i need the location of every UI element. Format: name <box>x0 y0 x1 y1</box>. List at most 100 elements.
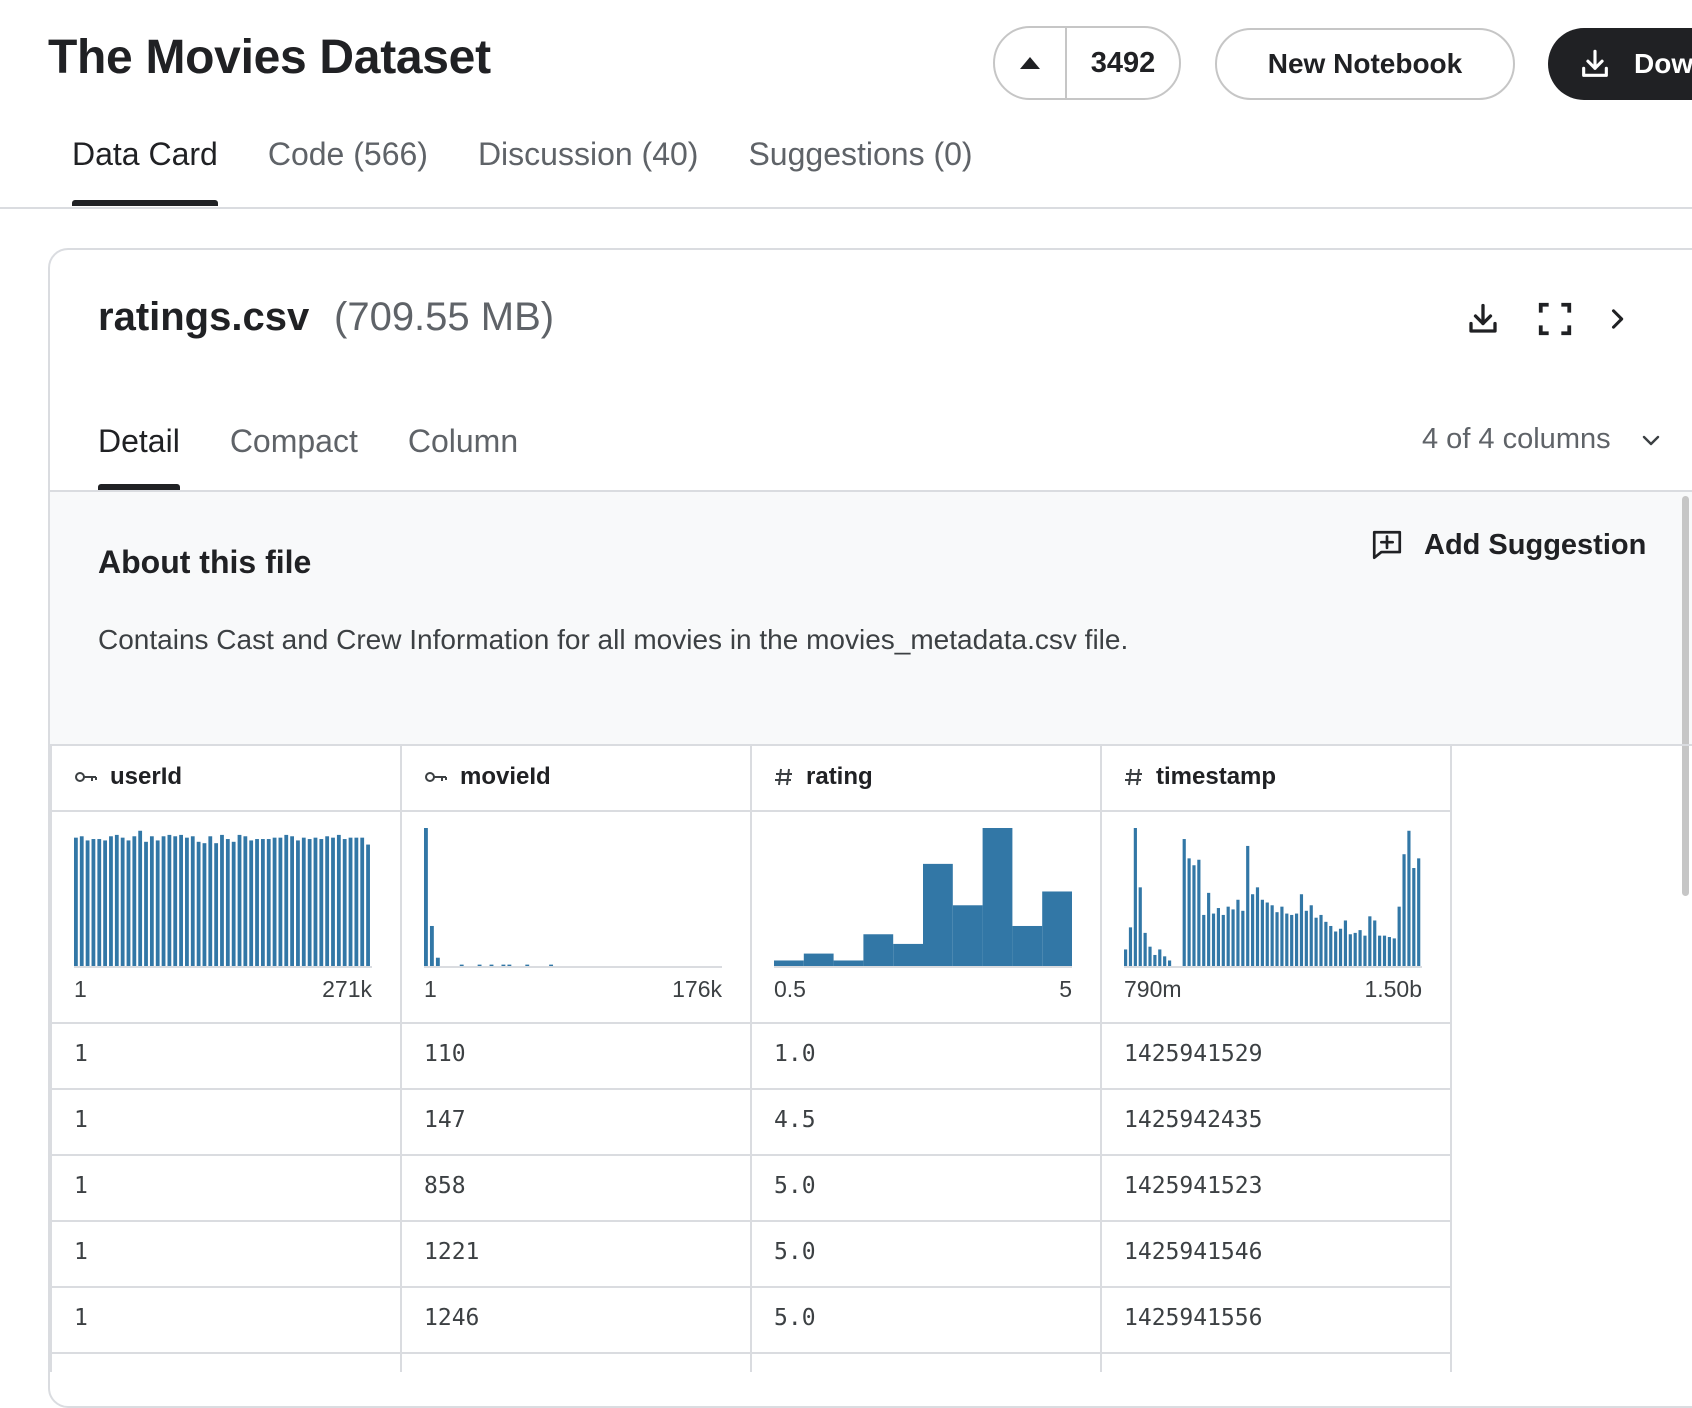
histogram-bar <box>278 837 283 966</box>
histogram-bar <box>1382 935 1387 966</box>
table-cell-rating: 5.0 <box>774 1173 816 1199</box>
column-header-rating[interactable]: rating <box>750 744 1100 810</box>
histogram-bar <box>109 836 113 966</box>
histogram-bar <box>284 834 289 966</box>
histogram-bar <box>1163 956 1167 966</box>
tab-code[interactable]: Code (566) <box>268 136 428 173</box>
histogram-bar <box>1260 899 1264 966</box>
add-suggestion-button[interactable]: Add Suggestion <box>1370 528 1646 562</box>
tab-data-card[interactable]: Data Card <box>72 136 218 206</box>
tab-column[interactable]: Column <box>408 423 518 460</box>
histogram-bar <box>1343 920 1348 966</box>
histogram-bar <box>952 905 983 966</box>
range-max: 176k <box>672 976 722 1002</box>
column-header-movieid[interactable]: movieId <box>400 744 750 810</box>
histogram-bar <box>1329 925 1333 966</box>
histogram-bar <box>1133 828 1137 966</box>
histogram-bar <box>1304 910 1308 966</box>
download-label: Dow <box>1634 48 1692 79</box>
column-selector-label: 4 of 4 columns <box>1422 423 1611 455</box>
dataset-tabs: Data Card Code (566) Discussion (40) Sug… <box>72 136 973 206</box>
histogram-bar <box>1368 916 1372 966</box>
file-name: ratings.csv <box>98 295 310 339</box>
table-column-border <box>400 744 402 1372</box>
histogram-rating <box>774 828 1072 968</box>
histogram-bar <box>893 943 923 966</box>
histogram-bar <box>79 836 84 966</box>
download-icon <box>1469 303 1497 333</box>
histogram-bar <box>103 840 108 966</box>
histogram-bar <box>360 837 365 966</box>
histogram-bar <box>173 836 178 966</box>
new-notebook-button[interactable]: New Notebook <box>1215 28 1515 100</box>
histogram-bar <box>1192 865 1196 966</box>
histogram-bar <box>1402 854 1406 966</box>
histogram-bar <box>1241 910 1245 966</box>
column-header-label: rating <box>806 763 873 790</box>
histogram-bar <box>190 836 195 966</box>
histogram-bar <box>1353 932 1357 966</box>
table-cell-movieid: 110 <box>424 1041 466 1067</box>
histogram-bar <box>144 841 148 966</box>
histogram-bar <box>296 840 300 966</box>
column-selector[interactable]: 4 of 4 columns <box>1422 423 1663 456</box>
histogram-bar <box>249 840 254 966</box>
page-title: The Movies Dataset <box>48 31 491 84</box>
histogram-bar <box>459 964 464 966</box>
fullscreen-button[interactable] <box>1534 298 1576 340</box>
histogram-bar <box>424 828 428 966</box>
histogram-bar <box>1216 908 1220 966</box>
key-icon <box>74 770 98 784</box>
histogram-bar <box>1202 914 1206 966</box>
tabs-divider <box>0 207 1692 209</box>
file-size: (709.55 MB) <box>334 295 555 339</box>
histogram-bar <box>366 844 370 966</box>
histogram-bar <box>167 834 172 966</box>
histogram-bar <box>1012 925 1043 966</box>
histogram-bar <box>1407 830 1411 966</box>
table-cell-userid: 1 <box>74 1239 88 1265</box>
histogram-bar <box>1358 930 1362 966</box>
histogram-bar <box>138 830 143 966</box>
file-download-button[interactable] <box>1462 298 1504 340</box>
histogram-bar <box>220 834 224 966</box>
histogram-bar <box>319 839 324 966</box>
histogram-bar <box>477 964 482 966</box>
tab-suggestions[interactable]: Suggestions (0) <box>748 136 972 173</box>
table-cell-movieid: 147 <box>424 1107 466 1133</box>
histogram-bar <box>863 934 894 966</box>
column-header-userid[interactable]: userId <box>50 744 400 810</box>
histogram-bar <box>208 836 213 966</box>
table-cell-userid: 1 <box>74 1107 88 1133</box>
histogram-bar <box>301 837 306 966</box>
upvote-button[interactable] <box>995 28 1067 98</box>
histogram-bar <box>1148 946 1152 966</box>
histogram-bar <box>774 960 804 966</box>
histogram-bar <box>74 837 78 966</box>
histogram-bar <box>489 964 494 966</box>
histogram-bar <box>1211 913 1216 966</box>
table-cell-timestamp: 1425941529 <box>1124 1041 1263 1067</box>
histogram-bar <box>1255 887 1260 966</box>
histogram-bar <box>1338 928 1343 966</box>
histogram-bar <box>833 960 864 966</box>
histogram-bar <box>325 836 330 966</box>
histogram-bar <box>1319 914 1323 966</box>
histogram-bar <box>1290 914 1294 966</box>
histogram-bar <box>501 964 506 966</box>
download-button[interactable]: Dow <box>1548 28 1692 100</box>
tab-compact[interactable]: Compact <box>230 423 358 460</box>
next-file-button[interactable] <box>1600 302 1634 336</box>
histogram-bar <box>231 841 236 966</box>
histogram-bar <box>1299 894 1304 966</box>
histogram-bar <box>923 863 953 966</box>
scrollbar[interactable] <box>1682 496 1689 896</box>
histogram-bar <box>1280 906 1284 966</box>
tab-discussion[interactable]: Discussion (40) <box>478 136 699 173</box>
column-header-timestamp[interactable]: timestamp <box>1100 744 1450 810</box>
download-icon <box>1582 49 1608 77</box>
column-header-label: userId <box>110 763 183 790</box>
histogram-bar <box>1275 912 1279 966</box>
histogram-bar <box>982 828 1013 966</box>
tab-detail[interactable]: Detail <box>98 423 180 490</box>
